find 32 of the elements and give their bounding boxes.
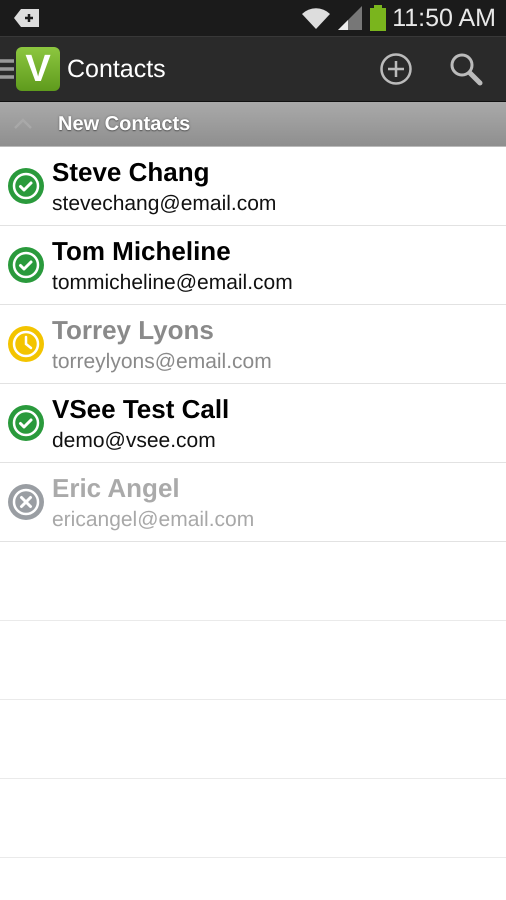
battery-icon	[370, 5, 386, 31]
screen-title: Contacts	[67, 54, 167, 84]
contact-name: Tom Micheline	[52, 236, 232, 266]
contact-row[interactable]: VSee Test Call demo@vsee.com	[0, 384, 506, 463]
contact-email: ericangel@email.com	[52, 508, 254, 532]
contact-name: VSee Test Call	[52, 394, 230, 424]
contact-row[interactable]: Torrey Lyons torreylyons@email.com	[0, 305, 506, 384]
contact-row[interactable]: Eric Angel ericangel@email.com	[0, 463, 506, 542]
signal-icon	[338, 6, 364, 30]
contact-email: stevechang@email.com	[52, 192, 276, 216]
add-icon	[380, 53, 412, 85]
notification-icon	[14, 8, 40, 28]
clock-time: 11:50 AM	[392, 4, 496, 32]
check-status-icon	[7, 246, 45, 284]
contact-name: Eric Angel	[52, 472, 181, 504]
contact-name: Torrey Lyons	[52, 314, 215, 346]
section-title: New Contacts	[58, 112, 190, 136]
contact-email: demo@vsee.com	[52, 428, 217, 452]
contact-row[interactable]: Tom Micheline tommicheline@email.com	[0, 226, 506, 305]
contact-row[interactable]: Steve Chang stevechang@email.com	[0, 147, 506, 226]
check-status-icon	[7, 167, 45, 205]
contact-email: torreylyons@email.com	[52, 350, 272, 374]
clock-status-icon	[7, 325, 45, 363]
section-header[interactable]: New Contacts	[0, 102, 506, 147]
search-icon	[449, 52, 483, 86]
app-logo[interactable]: V	[16, 47, 60, 91]
contact-email: tommicheline@email.com	[52, 270, 293, 294]
check-status-icon	[7, 404, 45, 442]
cross-status-icon	[7, 483, 45, 521]
menu-icon[interactable]	[0, 58, 14, 80]
contact-name: Steve Chang	[52, 156, 210, 188]
wifi-icon	[302, 6, 330, 30]
